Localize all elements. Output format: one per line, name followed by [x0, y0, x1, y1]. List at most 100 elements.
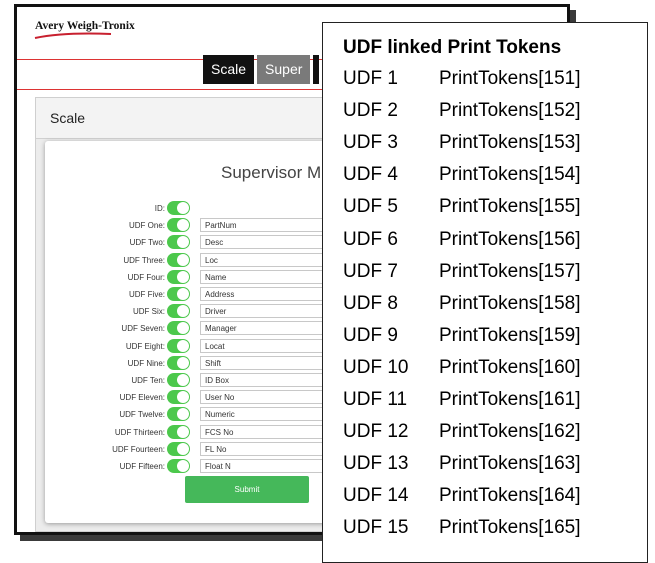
enable-toggle[interactable]: [167, 304, 190, 319]
token-value: PrintTokens[160]: [439, 356, 581, 378]
nav-tabs: Scale Super: [203, 55, 322, 84]
field-label: UDF Two:: [129, 238, 165, 248]
field-label: UDF Nine:: [127, 358, 165, 368]
field-label: UDF Thirteen:: [114, 427, 165, 437]
tab-scale[interactable]: Scale: [203, 55, 255, 84]
submit-button[interactable]: Submit: [185, 476, 309, 503]
udf-input-value: ID Box: [205, 376, 230, 385]
logo: Avery Weigh-Tronix: [35, 20, 135, 32]
field-label: UDF Seven:: [121, 324, 165, 334]
token-value: PrintTokens[154]: [439, 164, 581, 186]
logo-swoosh-icon: [34, 32, 112, 39]
tab-partial[interactable]: [313, 55, 320, 84]
toggle-knob: [177, 391, 189, 404]
udf-input-value: User No: [205, 393, 235, 403]
enable-toggle[interactable]: [167, 235, 190, 250]
token-value: PrintTokens[152]: [439, 100, 581, 122]
udf-input-value: Name: [205, 272, 227, 282]
enable-toggle[interactable]: [167, 355, 190, 370]
token-udf: UDF 10: [343, 356, 409, 378]
panel-title: Scale: [50, 110, 86, 126]
udf-input-value: Desc: [205, 238, 224, 248]
card-title: Supervisor M: [221, 163, 322, 182]
toggle-knob: [177, 236, 189, 249]
token-value: PrintTokens[164]: [439, 485, 581, 507]
field-label: UDF Ten:: [131, 376, 165, 385]
udf-input-value: FL No: [205, 444, 227, 454]
toggle-knob: [177, 408, 189, 421]
token-value: PrintTokens[157]: [439, 260, 581, 282]
field-label: UDF Three:: [123, 255, 165, 265]
field-label: UDF Four:: [127, 272, 165, 282]
enable-toggle[interactable]: [167, 390, 190, 405]
token-value: PrintTokens[159]: [439, 324, 581, 346]
enable-toggle[interactable]: [167, 201, 190, 215]
field-label: UDF Eight:: [125, 341, 165, 351]
toggle-knob: [177, 270, 189, 283]
udf-input-value: Address: [205, 290, 235, 299]
enable-toggle[interactable]: [167, 218, 190, 233]
enable-toggle[interactable]: [167, 373, 190, 387]
toggle-knob: [177, 460, 189, 472]
toggle-knob: [177, 219, 189, 232]
udf-input-value: Loc: [205, 255, 218, 265]
token-udf: UDF 14: [343, 485, 409, 507]
token-udf: UDF 13: [343, 453, 409, 475]
enable-toggle[interactable]: [167, 269, 190, 284]
field-label: ID:: [154, 204, 165, 213]
enable-toggle[interactable]: [167, 407, 190, 422]
token-value: PrintTokens[158]: [439, 292, 581, 314]
toggle-knob: [177, 305, 189, 318]
enable-toggle[interactable]: [167, 252, 190, 267]
udf-input-value: FCS No: [205, 427, 234, 437]
token-udf: UDF 6: [343, 228, 398, 250]
token-udf: UDF 11: [343, 389, 408, 410]
field-label: UDF Eleven:: [119, 393, 165, 403]
token-value: PrintTokens[161]: [439, 389, 581, 410]
field-label: UDF Fourteen:: [112, 444, 165, 454]
enable-toggle[interactable]: [167, 459, 190, 473]
enable-toggle[interactable]: [167, 338, 190, 353]
udf-input-value: Manager: [205, 324, 237, 334]
udf-input-value: PartNum: [205, 221, 237, 231]
udf-input-value: Driver: [205, 307, 227, 317]
toggle-knob: [177, 374, 189, 386]
tab-super[interactable]: Super: [257, 55, 311, 84]
token-value: PrintTokens[155]: [439, 196, 581, 218]
field-label: UDF Five:: [129, 290, 165, 299]
field-label: UDF One:: [128, 221, 165, 231]
print-token-overlay: UDF linked Print Tokens UDF 1 PrintTokens…: [322, 22, 648, 563]
token-value: PrintTokens[156]: [439, 228, 581, 250]
enable-toggle[interactable]: [167, 424, 190, 439]
udf-input-value: Float N: [205, 462, 231, 471]
token-udf: UDF 4: [343, 164, 398, 186]
overlay-title: UDF linked Print Tokens: [343, 37, 562, 58]
field-label: UDF Twelve:: [119, 410, 165, 420]
token-udf: UDF 5: [343, 196, 398, 218]
token-udf: UDF 12: [343, 421, 409, 443]
token-udf: UDF 9: [343, 324, 398, 346]
toggle-knob: [177, 442, 189, 455]
enable-toggle[interactable]: [167, 321, 190, 336]
toggle-knob: [177, 356, 189, 369]
udf-input-value: Locat: [205, 341, 225, 351]
udf-input-value: Numeric: [205, 410, 235, 420]
toggle-knob: [177, 425, 189, 438]
token-udf: UDF 7: [343, 260, 398, 282]
token-value: PrintTokens[163]: [439, 453, 581, 475]
token-udf: UDF 8: [343, 292, 398, 314]
toggle-knob: [177, 339, 189, 352]
token-udf: UDF 1: [343, 68, 398, 89]
toggle-knob: [177, 322, 189, 335]
toggle-knob: [177, 253, 189, 266]
token-value: PrintTokens[153]: [439, 132, 581, 154]
udf-input-value: Shift: [205, 358, 222, 368]
toggle-knob: [177, 202, 189, 214]
token-udf: UDF 2: [343, 100, 398, 122]
toggle-knob: [177, 288, 189, 300]
token-value: PrintTokens[165]: [439, 517, 581, 539]
token-udf: UDF 3: [343, 132, 398, 154]
field-label: UDF Fifteen:: [119, 462, 165, 471]
enable-toggle[interactable]: [167, 287, 190, 301]
enable-toggle[interactable]: [167, 441, 190, 456]
